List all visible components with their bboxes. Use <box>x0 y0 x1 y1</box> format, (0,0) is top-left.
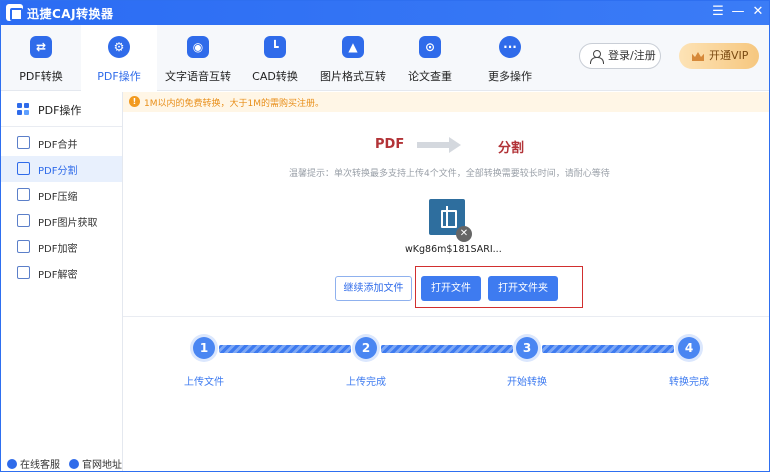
flow-from-label: PDF <box>375 137 405 152</box>
nav-pdf-convert[interactable]: ⇄ PDF转换 <box>9 25 73 91</box>
more-icon: ··· <box>499 36 521 58</box>
sidebar-item-pdf-compress[interactable]: PDF压缩 <box>1 182 122 208</box>
step-4-label: 转换完成 <box>669 377 709 388</box>
open-folder-button[interactable]: 打开文件夹 <box>488 276 558 301</box>
user-icon <box>590 50 604 64</box>
app-window: 迅捷CAJ转换器 ☰ — ✕ ⇄ PDF转换 ⚙ PDF操作 ◉ 文字语音互转 … <box>0 0 770 472</box>
nav-paper-check[interactable]: ⊙ 论文查重 <box>404 25 456 91</box>
vip-button[interactable]: 开通VIP <box>679 43 759 69</box>
menu-icon[interactable]: ☰ <box>709 3 727 21</box>
nav-label: PDF操作 <box>97 70 141 83</box>
app-title: 迅捷CAJ转换器 <box>27 7 114 21</box>
step-2-label: 上传完成 <box>346 377 386 388</box>
vip-label: 开通VIP <box>709 49 749 62</box>
step-3-circle: 3 <box>516 337 538 359</box>
sidebar-item-label: PDF加密 <box>38 244 78 255</box>
divider <box>123 316 769 317</box>
sidebar-item-label: PDF解密 <box>38 270 78 281</box>
file-name: wKg86m$181SARI... <box>405 244 502 255</box>
notice-text: 1M以内的免费转换，大于1M的需购买注册。 <box>144 99 324 109</box>
progress-line <box>381 345 513 353</box>
sidebar-header: PDF操作 <box>1 92 122 127</box>
remove-file-icon[interactable]: ✕ <box>456 226 472 242</box>
flow-to-label: 分割 <box>498 141 525 156</box>
nav-label: 图片格式互转 <box>320 70 386 83</box>
cad-icon: ┗ <box>264 36 286 58</box>
sidebar: PDF操作 PDF合并 PDF分割 PDF压缩 PDF图片获取 PDF加密 PD… <box>1 92 123 471</box>
app-logo-icon <box>6 4 23 21</box>
step-3-label: 开始转换 <box>507 377 547 388</box>
nav-label: CAD转换 <box>252 70 298 83</box>
sidebar-item-pdf-merge[interactable]: PDF合并 <box>1 130 122 156</box>
swap-icon: ⇄ <box>30 36 52 58</box>
sidebar-item-label: PDF图片获取 <box>38 218 98 229</box>
sidebar-header-label: PDF操作 <box>38 104 82 117</box>
progress-line <box>542 345 674 353</box>
sidebar-item-label: PDF压缩 <box>38 192 78 203</box>
login-label: 登录/注册 <box>608 49 656 62</box>
nav-label: 论文查重 <box>408 70 452 83</box>
compress-icon <box>17 188 30 201</box>
online-service-label: 在线客服 <box>20 460 60 471</box>
lock-icon <box>17 240 30 253</box>
step-2-circle: 2 <box>355 337 377 359</box>
split-icon <box>17 162 30 175</box>
nav-cad-convert[interactable]: ┗ CAD转换 <box>245 25 305 91</box>
crown-icon <box>692 52 704 61</box>
grid-icon <box>17 103 30 116</box>
step-4-circle: 4 <box>678 337 700 359</box>
sidebar-item-pdf-split[interactable]: PDF分割 <box>1 156 122 182</box>
online-service-link[interactable]: 在线客服 <box>7 456 60 471</box>
open-file-button[interactable]: 打开文件 <box>421 276 481 301</box>
title-bar: 迅捷CAJ转换器 ☰ — ✕ <box>1 1 769 25</box>
arrow-right-icon <box>417 137 461 153</box>
image-extract-icon <box>17 214 30 227</box>
minimize-icon[interactable]: — <box>729 3 747 21</box>
warning-icon: ! <box>129 96 140 107</box>
sidebar-item-label: PDF合并 <box>38 140 78 151</box>
unlock-icon <box>17 266 30 279</box>
sidebar-item-label: PDF分割 <box>38 166 78 177</box>
nav-label: 更多操作 <box>488 70 532 83</box>
sidebar-item-pdf-encrypt[interactable]: PDF加密 <box>1 234 122 260</box>
search-doc-icon: ⊙ <box>419 36 441 58</box>
login-button[interactable]: 登录/注册 <box>579 43 661 69</box>
voice-icon: ◉ <box>187 36 209 58</box>
nav-pdf-operation[interactable]: ⚙ PDF操作 <box>81 25 157 91</box>
nav-label: 文字语音互转 <box>165 70 231 83</box>
notice-bar: ! 1M以内的免费转换，大于1M的需购买注册。 <box>123 92 769 112</box>
gear-icon: ⚙ <box>108 36 130 58</box>
nav-label: PDF转换 <box>19 70 63 83</box>
step-1-circle: 1 <box>193 337 215 359</box>
hint-text: 温馨提示：单次转换最多支持上传4个文件，全部转换需要较长时间，请耐心等待 <box>289 169 610 179</box>
image-icon: ▲ <box>342 36 364 58</box>
sidebar-item-pdf-decrypt[interactable]: PDF解密 <box>1 260 122 286</box>
progress-line <box>219 345 351 353</box>
sidebar-item-pdf-image-extract[interactable]: PDF图片获取 <box>1 208 122 234</box>
add-more-files-button[interactable]: 继续添加文件 <box>335 276 412 301</box>
website-link[interactable]: 官网地址 <box>69 456 122 471</box>
nav-image-convert[interactable]: ▲ 图片格式互转 <box>319 25 387 91</box>
website-label: 官网地址 <box>82 460 122 471</box>
globe-icon <box>69 459 79 469</box>
headset-icon <box>7 459 17 469</box>
merge-icon <box>17 136 30 149</box>
nav-more[interactable]: ··· 更多操作 <box>483 25 537 91</box>
step-1-label: 上传文件 <box>184 377 224 388</box>
nav-text-voice[interactable]: ◉ 文字语音互转 <box>163 25 233 91</box>
close-icon[interactable]: ✕ <box>749 3 767 21</box>
top-nav: ⇄ PDF转换 ⚙ PDF操作 ◉ 文字语音互转 ┗ CAD转换 ▲ 图片格式互… <box>1 25 769 91</box>
